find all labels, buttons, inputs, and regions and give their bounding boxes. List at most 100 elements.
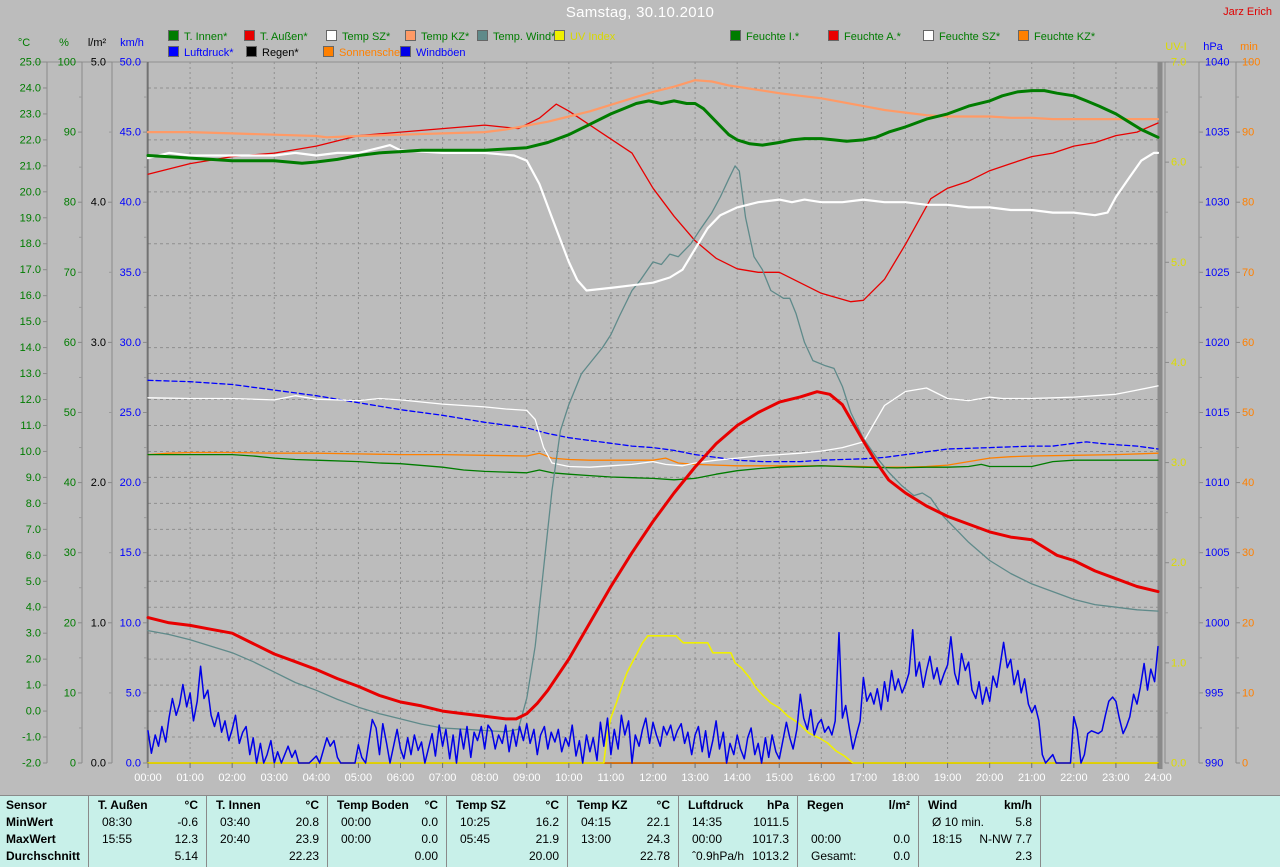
axis-tick-label-temp_c: 24.0 [20,82,41,94]
axis-tick-label-kmh: 25.0 [120,407,141,419]
axis-tick-label-temp_c: 12.0 [20,394,41,406]
x-axis-label: 01:00 [176,772,204,784]
table-value: 23.9 [295,832,319,846]
axis-tick-label-uv: 7.0 [1171,57,1186,69]
axis-tick-label-temp_c: 21.0 [20,160,41,172]
axis-unit-label-kmh: km/h [120,37,144,49]
axis-tick-label-percent: 30 [64,547,76,559]
axis-tick-label-percent: 50 [64,407,76,419]
axis-tick-label-percent: 60 [64,337,76,349]
weather-chart-page: Samstag, 30.10.2010 Jarz Erich T. Innen*… [0,0,1280,867]
x-axis-label: 21:00 [1018,772,1046,784]
axis-tick-label-temp_c: 11.0 [20,420,41,432]
axis-tick-label-lm2: 5.0 [91,57,106,69]
table-row-label: MinWert [6,815,54,829]
axis-tick-label-uv: 4.0 [1171,357,1186,369]
axis-tick-label-temp_c: 19.0 [20,212,41,224]
axis-tick-label-min: 20 [1242,617,1254,629]
table-column-separator [1040,796,1041,867]
x-axis-label: 05:00 [345,772,373,784]
axis-tick-label-kmh: 20.0 [120,477,141,489]
table-value: 0.0 [893,849,910,863]
table-value: 24.3 [646,832,670,846]
axis-tick-label-hpa: 1015 [1205,407,1229,419]
table-sensor-unit: hPa [766,798,789,812]
table-value: 22.78 [639,849,670,863]
table-sensor-unit: °C [424,798,438,812]
axis-tick-label-hpa: 995 [1205,687,1223,699]
axis-unit-label-hpa: hPa [1203,41,1223,53]
x-axis-label: 03:00 [260,772,288,784]
table-value: 2.3 [1015,849,1032,863]
table-value: 20.00 [528,849,559,863]
axis-tick-label-min: 60 [1242,337,1254,349]
axis-tick-label-kmh: 5.0 [126,687,141,699]
table-row-label: Durchschnitt [6,849,81,863]
axis-tick-label-temp_c: 16.0 [20,290,41,302]
axis-tick-label-uv: 6.0 [1171,157,1186,169]
table-sensor-unit: km/h [1003,798,1032,812]
axis-tick-label-lm2: 1.0 [91,617,106,629]
x-axis-label: 08:00 [471,772,499,784]
axis-tick-label-temp_c: 2.0 [26,654,41,666]
x-axis-label: 02:00 [218,772,246,784]
table-sensor-unit: l/m² [888,798,910,812]
axis-tick-label-kmh: 40.0 [120,197,141,209]
axis-tick-label-percent: 0 [70,758,76,770]
axis-tick-label-min: 30 [1242,547,1254,559]
axis-tick-label-temp_c: 15.0 [20,316,41,328]
axis-tick-label-temp_c: 25.0 [20,57,41,69]
axis-tick-label-min: 100 [1242,57,1260,69]
axis-tick-label-kmh: 50.0 [120,57,141,69]
x-axis-label: 16:00 [808,772,836,784]
axis-tick-label-kmh: 10.0 [120,617,141,629]
axis-tick-label-temp_c: 17.0 [20,264,41,276]
statistics-table: Sensor MinWert MaxWert Durchschnitt T. Außen… [0,795,1280,867]
axis-tick-label-min: 50 [1242,407,1254,419]
table-sensor-unit: °C [545,798,559,812]
axis-tick-label-uv: 2.0 [1171,557,1186,569]
table-value: N-NW 7.7 [979,832,1032,846]
axis-tick-label-temp_c: -2.0 [22,758,41,770]
axis-tick-label-kmh: 45.0 [120,127,141,139]
x-axis-label: 15:00 [765,772,793,784]
axis-tick-label-lm2: 4.0 [91,197,106,209]
axis-tick-label-min: 70 [1242,267,1254,279]
axis-unit-label-uv: UV-I [1165,41,1186,53]
axis-tick-label-hpa: 990 [1205,758,1223,770]
axis-tick-label-percent: 90 [64,127,76,139]
x-axis-label: 19:00 [934,772,962,784]
axis-tick-label-uv: 5.0 [1171,257,1186,269]
table-value: 21.9 [535,832,559,846]
x-axis-label: 23:00 [1102,772,1130,784]
axis-tick-label-temp_c: 9.0 [26,472,41,484]
axis-tick-label-temp_c: 22.0 [20,134,41,146]
table-value: 0.0 [893,832,910,846]
axis-tick-label-temp_c: 8.0 [26,498,41,510]
x-axis-label: 17:00 [850,772,878,784]
table-value: 0.0 [421,815,438,829]
table-sensor-unit: °C [656,798,670,812]
axis-tick-label-temp_c: 23.0 [20,108,41,120]
table-value: 5.14 [174,849,198,863]
axis-tick-label-min: 40 [1242,477,1254,489]
table-value: 1013.2 [752,849,789,863]
axis-tick-label-min: 90 [1242,127,1254,139]
axis-tick-label-temp_c: 20.0 [20,186,41,198]
table-value: 0.00 [414,849,438,863]
axis-tick-label-percent: 100 [58,57,76,69]
x-axis-label: 07:00 [429,772,457,784]
axis-tick-label-hpa: 1025 [1205,267,1229,279]
axis-tick-label-temp_c: 1.0 [26,680,41,692]
axis-tick-label-kmh: 15.0 [120,547,141,559]
table-value: 20.8 [295,815,319,829]
axis-tick-label-temp_c: 6.0 [26,550,41,562]
axis-tick-label-temp_c: 5.0 [26,576,41,588]
axis-tick-label-percent: 10 [64,687,76,699]
x-axis-label: 22:00 [1060,772,1088,784]
table-value: -0.6 [177,815,198,829]
x-axis-label: 06:00 [387,772,415,784]
table-sensor-unit: °C [305,798,319,812]
weather-plot: -2.0 -1.0 0.0 1.0 2.0 3.0 4.0 5.0 6.0 7.0 8.0 9.0 10… [18,37,1261,784]
table-value: 12.3 [174,832,198,846]
